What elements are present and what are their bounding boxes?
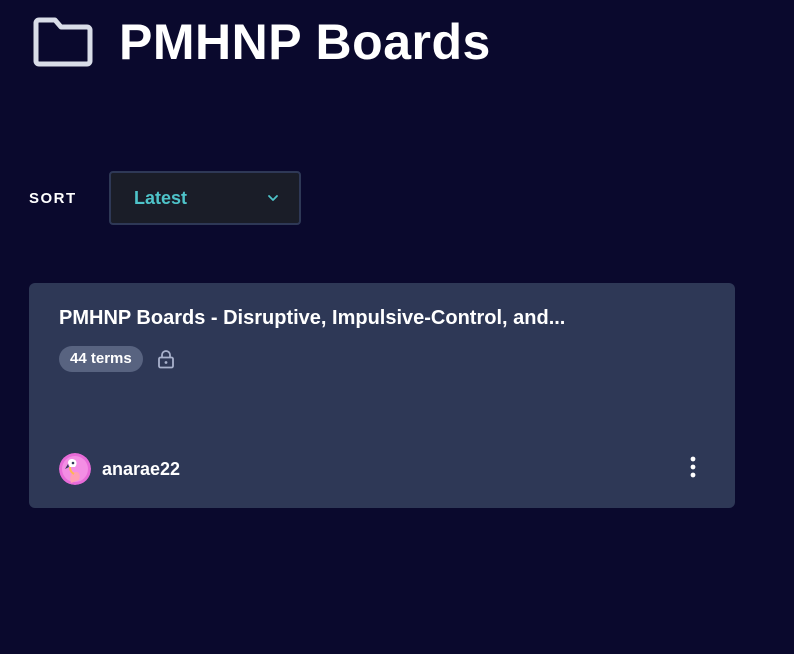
page-title: PMHNP Boards bbox=[119, 14, 491, 70]
chevron-down-icon bbox=[267, 192, 279, 204]
sort-dropdown[interactable]: Latest bbox=[109, 171, 301, 225]
study-set-meta: 44 terms bbox=[59, 346, 175, 372]
flamingo-avatar[interactable] bbox=[59, 453, 91, 485]
author-username[interactable]: anarae22 bbox=[102, 459, 180, 480]
terms-count-badge: 44 terms bbox=[59, 346, 143, 372]
sort-label: SORT bbox=[29, 189, 77, 207]
more-vertical-icon[interactable] bbox=[683, 453, 703, 481]
sort-row: SORT Latest bbox=[29, 171, 301, 225]
author-row[interactable]: anarae22 bbox=[59, 453, 180, 485]
study-set-title[interactable]: PMHNP Boards - Disruptive, Impulsive-Con… bbox=[59, 307, 565, 330]
folder-page: PMHNP Boards SORT Latest PMHNP Boards - … bbox=[0, 0, 794, 654]
sort-selected-value: Latest bbox=[134, 187, 188, 208]
lock-icon bbox=[157, 349, 175, 369]
study-set-card[interactable]: PMHNP Boards - Disruptive, Impulsive-Con… bbox=[29, 283, 735, 508]
folder-icon bbox=[33, 14, 93, 70]
folder-header: PMHNP Boards bbox=[33, 12, 491, 72]
